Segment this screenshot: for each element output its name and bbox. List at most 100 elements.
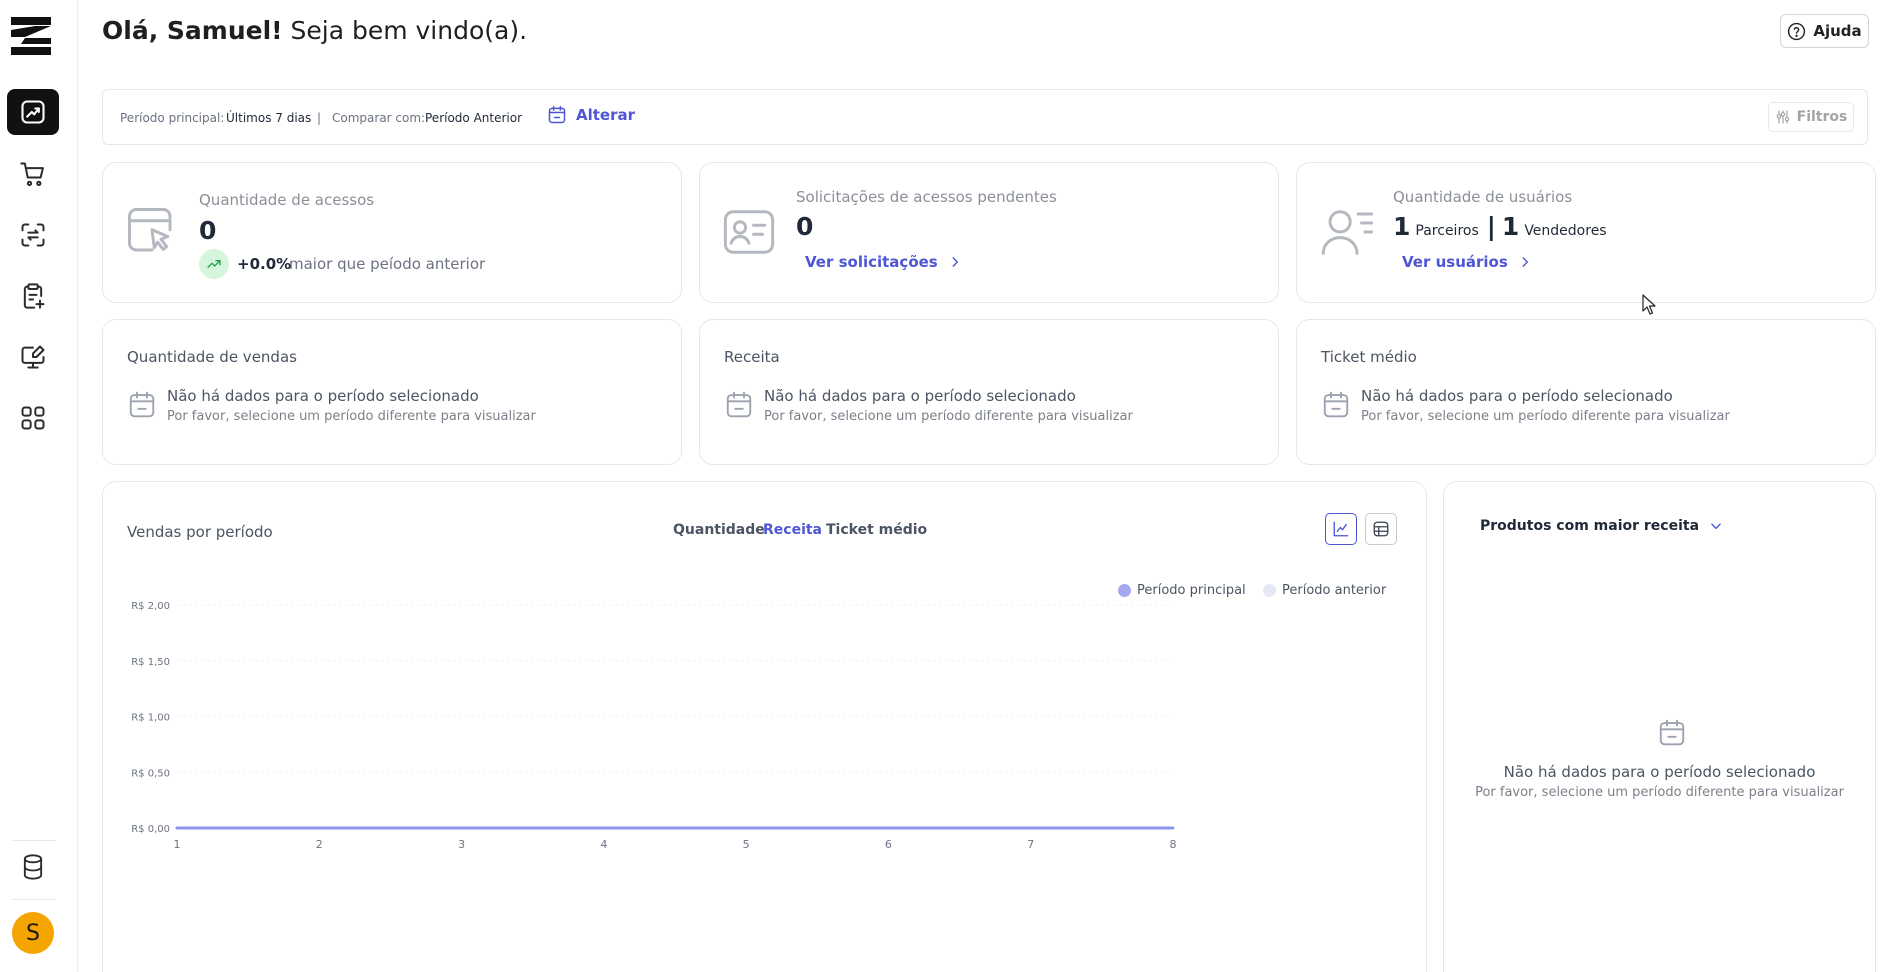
view-users-link[interactable]: Ver usuários — [1402, 253, 1532, 271]
main-period-value: Últimos 7 dias — [226, 111, 312, 125]
sales-count-title: Quantidade de vendas — [127, 348, 297, 366]
top-products-dropdown[interactable]: Produtos com maior receita — [1480, 518, 1723, 534]
brand-logo-icon[interactable] — [11, 17, 55, 57]
x-tick-label: 8 — [1170, 838, 1177, 851]
x-tick-label: 2 — [316, 838, 323, 851]
accesses-trend-value: +0.0% — [237, 255, 292, 273]
calendar-empty-icon — [1659, 719, 1685, 746]
period-separator: | — [317, 111, 322, 125]
browser-click-icon — [128, 208, 172, 252]
x-tick-label: 3 — [458, 838, 465, 851]
pending-requests-card: Solicitações de acessos pendentes 0 Ver … — [699, 162, 1279, 303]
view-requests-label: Ver solicitações — [805, 253, 938, 271]
greeting-name: Olá, Samuel! — [102, 16, 283, 45]
clipboard-plus-icon — [23, 283, 45, 309]
filters-label: Filtros — [1796, 109, 1848, 125]
x-tick-label: 7 — [1027, 838, 1034, 851]
accesses-title: Quantidade de acessos — [199, 191, 375, 209]
mouse-cursor-icon — [1642, 294, 1656, 315]
help-circle-icon — [1788, 22, 1806, 40]
trend-up-icon — [207, 260, 221, 268]
partners-label: Parceiros — [1415, 223, 1479, 239]
sidebar-divider — [12, 840, 56, 841]
accesses-trend-text: maior que peíodo anterior — [289, 255, 486, 273]
database-icon — [23, 854, 43, 880]
accesses-value: 0 — [199, 216, 217, 245]
users-title: Quantidade de usuários — [1393, 188, 1573, 206]
empty-state-hint: Por favor, selecione um período diferent… — [1475, 785, 1844, 800]
x-tick-label: 1 — [174, 838, 181, 851]
nav-orders[interactable] — [7, 151, 59, 197]
accesses-card: Quantidade de acessos 0 +0.0% maior que … — [102, 162, 682, 303]
nav-monitor[interactable] — [7, 334, 59, 380]
users-card: Quantidade de usuários 1 Parceiros | 1 V… — [1296, 162, 1876, 303]
cart-icon — [20, 162, 44, 186]
monitor-edit-icon — [21, 345, 45, 369]
users-counts: 1 Parceiros | 1 Vendedores — [1393, 212, 1607, 241]
x-tick-label: 6 — [885, 838, 892, 851]
calendar-icon — [548, 105, 566, 124]
user-avatar[interactable]: S — [12, 912, 54, 954]
average-ticket-title: Ticket médio — [1321, 348, 1417, 366]
sidebar-divider — [12, 899, 56, 900]
pending-title: Solicitações de acessos pendentes — [796, 188, 1057, 206]
trend-badge — [199, 249, 229, 279]
main-period-label: Período principal: — [120, 111, 225, 125]
id-card-icon — [723, 210, 775, 254]
change-period-button[interactable]: Alterar — [547, 105, 635, 125]
chevron-right-icon — [952, 257, 958, 267]
pending-value: 0 — [796, 212, 814, 241]
nav-exchange[interactable] — [7, 212, 59, 258]
y-tick-label: R$ 2,00 — [131, 601, 170, 612]
help-label: Ajuda — [1813, 22, 1862, 40]
compare-value: Período Anterior — [425, 111, 523, 125]
change-period-label: Alterar — [576, 106, 636, 124]
calendar-empty-icon — [1323, 391, 1349, 418]
revenue-card: Receita Não há dados para o período sele… — [699, 319, 1279, 465]
help-button[interactable]: Ajuda — [1780, 14, 1869, 48]
sales-count-card: Quantidade de vendas Não há dados para o… — [102, 319, 682, 465]
top-products-card: Produtos com maior receita Não há dados … — [1443, 481, 1876, 972]
chart-trend-icon — [21, 100, 45, 124]
compare-label: Comparar com: — [332, 111, 426, 125]
users-separator: | — [1486, 212, 1496, 241]
empty-state-message: Não há dados para o período selecionado — [167, 387, 479, 405]
page-title: Olá, Samuel! Seja bem vindo(a). — [102, 16, 527, 45]
calendar-empty-icon — [726, 391, 752, 418]
nav-dashboard[interactable] — [7, 89, 59, 135]
filters-button[interactable]: Filtros — [1768, 102, 1854, 132]
nav-apps[interactable] — [7, 395, 59, 441]
view-requests-link[interactable]: Ver solicitações — [805, 253, 962, 271]
y-tick-label: R$ 1,00 — [131, 713, 170, 724]
revenue-title: Receita — [724, 348, 780, 366]
greeting-message: Seja bem vindo(a). — [290, 16, 528, 45]
empty-state-message: Não há dados para o período selecionado — [1503, 763, 1816, 781]
users-list-icon — [1321, 210, 1374, 255]
view-users-label: Ver usuários — [1402, 253, 1508, 271]
exchange-icon — [21, 223, 45, 247]
sliders-icon — [1776, 110, 1789, 124]
sellers-label: Vendedores — [1524, 223, 1607, 239]
nav-database[interactable] — [7, 844, 59, 890]
y-tick-label: R$ 0,00 — [131, 824, 170, 835]
empty-state-hint: Por favor, selecione um período diferent… — [764, 409, 1133, 424]
chevron-down-icon — [1711, 523, 1721, 530]
average-ticket-card: Ticket médio Não há dados para o período… — [1296, 319, 1876, 465]
empty-state-message: Não há dados para o período selecionado — [764, 387, 1076, 405]
period-bar: Período principal: Últimos 7 dias | Comp… — [102, 89, 1868, 145]
empty-state-message: Não há dados para o período selecionado — [1361, 387, 1673, 405]
sellers-count: 1 — [1501, 212, 1520, 241]
top-products-title: Produtos com maior receita — [1480, 518, 1700, 534]
grid-icon — [21, 406, 45, 430]
chevron-right-icon — [1522, 257, 1528, 267]
y-tick-label: R$ 1,50 — [131, 657, 170, 668]
sales-chart-card: Vendas por período Quantidade Receita Ti… — [102, 481, 1427, 972]
sidebar: S — [0, 0, 78, 972]
x-tick-label: 4 — [600, 838, 607, 851]
y-tick-label: R$ 0,50 — [131, 768, 170, 779]
partners-count: 1 — [1393, 212, 1411, 241]
x-tick-label: 5 — [743, 838, 750, 851]
calendar-empty-icon — [129, 391, 155, 418]
nav-new-record[interactable] — [7, 273, 59, 319]
sales-line-chart: R$ 0,00 R$ 0,50 R$ 1,00 R$ 1,50 R$ 2,00 1 2 3 4 5… — [131, 601, 1177, 851]
